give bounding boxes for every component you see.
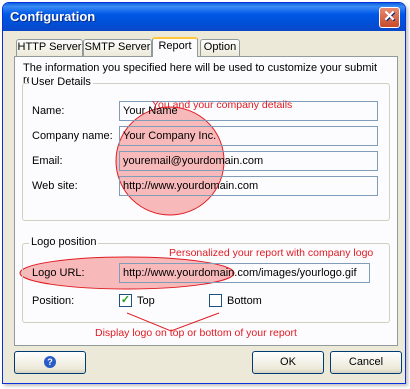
email-label: Email:	[32, 155, 63, 167]
company-name-label: Company name:	[32, 130, 113, 142]
company-name-field[interactable]: Your Company Inc.	[119, 126, 378, 146]
title-bar: Configuration ✕	[3, 3, 405, 31]
bottom-option-label: Bottom	[227, 295, 262, 307]
tab-option[interactable]: Option	[200, 39, 240, 56]
checkmark-icon: ✓	[120, 294, 131, 306]
window-title: Configuration	[10, 9, 96, 24]
top-option-label: Top	[137, 295, 155, 307]
logo-url-field[interactable]: http://www.yourdomain.com/images/yourlog…	[119, 263, 370, 283]
logo-position-legend: Logo position	[29, 236, 99, 248]
web-site-field[interactable]: http://www.yourdomain.com	[119, 176, 378, 196]
company-details-annotation: You and your company details	[152, 99, 293, 111]
top-checkbox[interactable]: ✓	[119, 294, 132, 307]
tab-http-server[interactable]: HTTP Server	[16, 39, 83, 56]
help-icon: ?	[44, 356, 56, 368]
position-annotation: Display logo on top or bottom of your re…	[95, 327, 297, 339]
configuration-window: Configuration ✕ HTTP Server SMTP Server …	[2, 2, 406, 384]
help-button[interactable]: ?	[14, 351, 86, 374]
dialog-body: HTTP Server SMTP Server Report Option Th…	[6, 31, 402, 380]
logo-url-label: Logo URL:	[32, 267, 85, 279]
tab-report[interactable]: Report	[152, 37, 198, 57]
cancel-button[interactable]: Cancel	[330, 351, 402, 374]
web-site-label: Web site:	[32, 180, 78, 192]
tab-smtp-server[interactable]: SMTP Server	[83, 39, 152, 56]
name-label: Name:	[32, 105, 65, 117]
close-button[interactable]: ✕	[379, 7, 400, 28]
report-tab-panel: The information you specified here will …	[14, 56, 398, 346]
logo-annotation: Personalized your report with company lo…	[169, 247, 374, 259]
user-details-legend: User Details	[29, 76, 93, 88]
close-icon: ✕	[383, 8, 396, 25]
ok-button[interactable]: OK	[252, 351, 324, 374]
bottom-checkbox[interactable]	[209, 294, 222, 307]
email-field[interactable]: youremail@yourdomain.com	[119, 151, 378, 171]
position-label: Position:	[32, 295, 75, 307]
